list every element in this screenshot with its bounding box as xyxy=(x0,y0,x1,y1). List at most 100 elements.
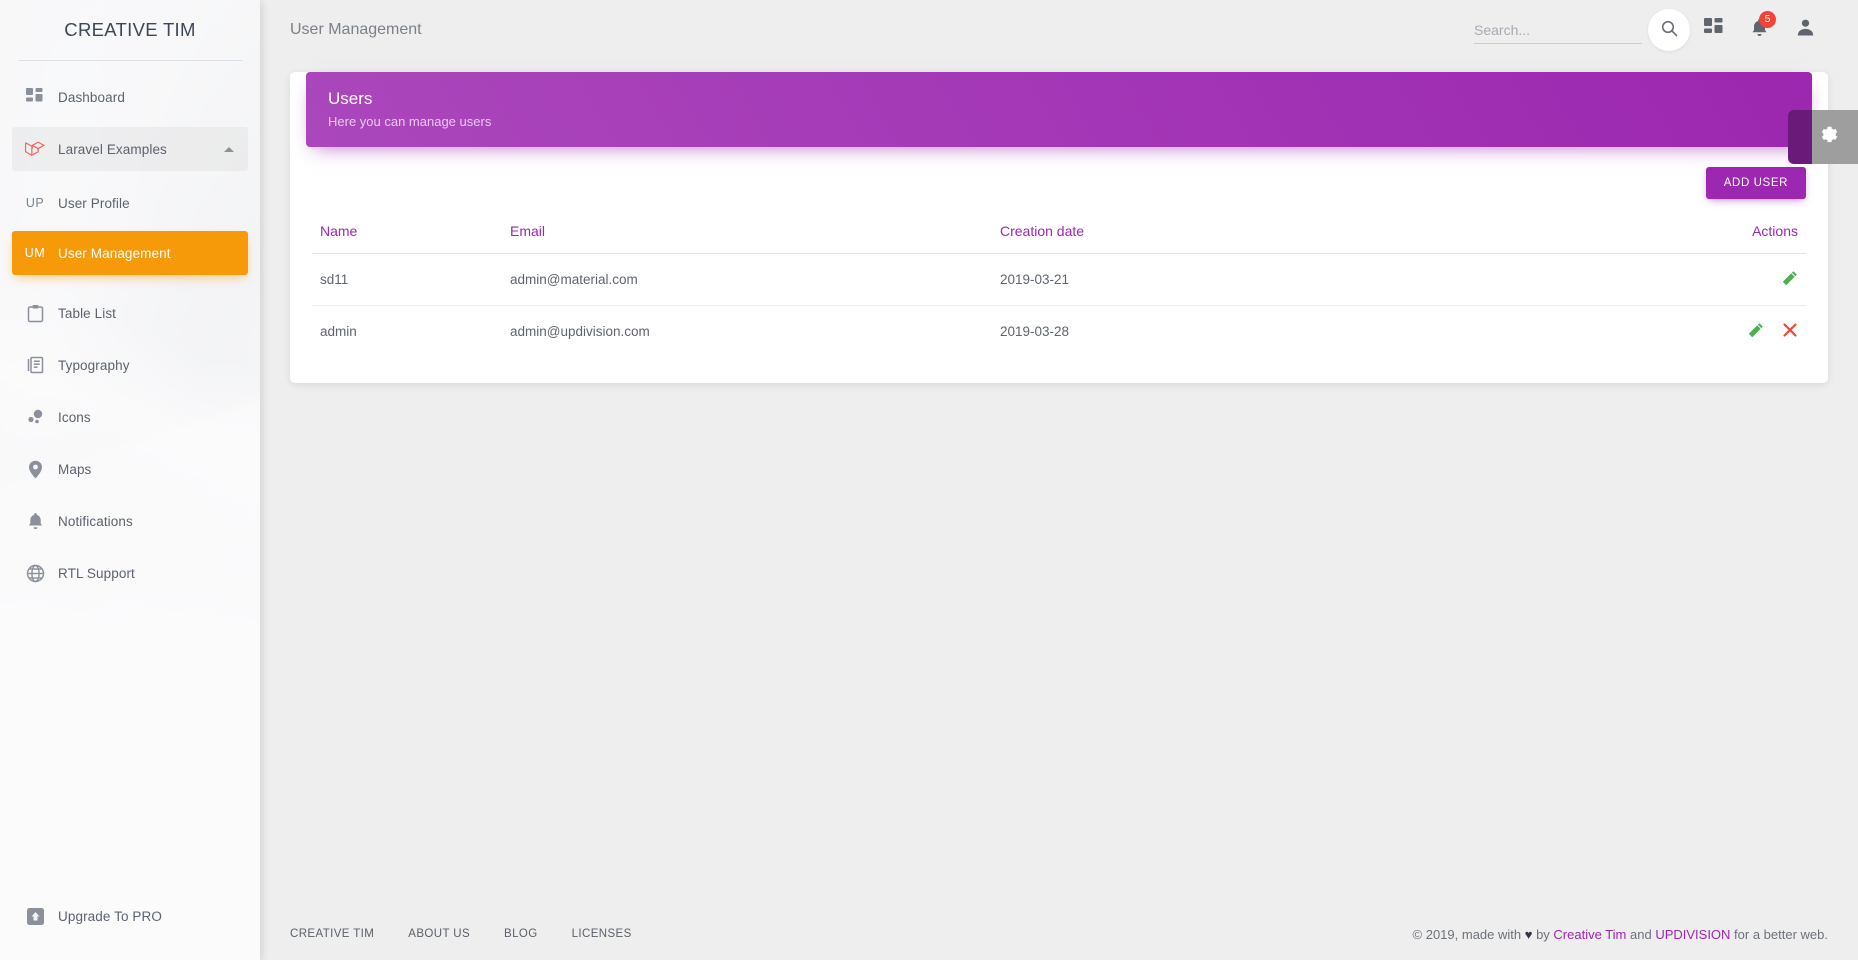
delete-x-icon xyxy=(1782,322,1798,341)
table-row: admin admin@updivision.com 2019-03-28 xyxy=(312,306,1806,358)
search-group xyxy=(1474,9,1690,51)
bell-icon xyxy=(12,512,58,531)
users-table-head: Name Email Creation date Actions xyxy=(312,213,1806,255)
sidebar-item-label: Table List xyxy=(58,305,117,321)
copyright-and: and xyxy=(1626,926,1656,942)
page-title: User Management xyxy=(290,21,422,38)
text-document-icon xyxy=(12,356,58,374)
sidebar-item-upgrade-to-pro[interactable]: Upgrade To PRO xyxy=(12,894,248,938)
copyright-suffix: for a better web. xyxy=(1730,926,1828,942)
navbar-actions: 5 xyxy=(1474,7,1828,53)
sidebar-item-label: Upgrade To PRO xyxy=(58,908,162,924)
users-card: Users Here you can manage users ADD USER… xyxy=(290,72,1828,384)
sidebar-item-typography[interactable]: Typography xyxy=(12,343,248,387)
search-input[interactable] xyxy=(1474,16,1642,44)
bubbles-icon xyxy=(12,409,58,425)
sidebar-item-dashboard[interactable]: Dashboard xyxy=(12,75,248,119)
top-navbar: User Management Search... 5 xyxy=(260,0,1858,60)
column-header-creation-date: Creation date xyxy=(992,213,1656,255)
footer-links: CREATIVE TIM ABOUT US BLOG LICENSES xyxy=(290,928,632,940)
chevron-up-icon xyxy=(224,146,234,152)
column-header-name: Name xyxy=(312,213,502,255)
footer-link-licenses[interactable]: LICENSES xyxy=(572,928,632,940)
edit-pencil-icon xyxy=(1748,322,1764,341)
notification-badge: 5 xyxy=(1759,11,1776,28)
sidebar-nav: Dashboard Laravel Examples UP User Profi… xyxy=(0,75,260,595)
footer-link-about-us[interactable]: ABOUT US xyxy=(408,928,470,940)
sidebar-item-label: User Management xyxy=(58,245,171,261)
edit-pencil-icon xyxy=(1782,270,1798,289)
cell-name: sd11 xyxy=(312,253,502,307)
sidebar-item-abbr: UP xyxy=(25,196,45,210)
sidebar-divider xyxy=(18,60,242,61)
cell-creation-date: 2019-03-28 xyxy=(1000,324,1070,340)
users-card-body: ADD USER Name Email Creation date Action… xyxy=(290,147,1828,357)
footer-link-blog[interactable]: BLOG xyxy=(504,928,538,940)
column-header-actions: Actions xyxy=(1656,213,1806,255)
dashboard-grid-icon xyxy=(12,88,58,106)
footer-copyright: © 2019, made with ♥ by Creative Tim and … xyxy=(1413,927,1828,942)
cell-email: admin@updivision.com xyxy=(510,324,650,340)
person-icon xyxy=(1796,18,1815,42)
dashboard-grid-icon xyxy=(1703,18,1723,42)
footer-link-updivision[interactable]: UPDIVISION xyxy=(1655,927,1730,942)
map-pin-icon xyxy=(12,460,58,479)
table-row: sd11 admin@material.com 2019-03-21 xyxy=(312,253,1806,307)
sidebar-item-label: Maps xyxy=(58,461,92,477)
content-area: Users Here you can manage users ADD USER… xyxy=(260,72,1858,384)
add-user-row: ADD USER xyxy=(312,147,1806,200)
magnifier-icon xyxy=(1661,20,1678,40)
dashboard-button[interactable] xyxy=(1690,7,1736,53)
sidebar-item-user-management[interactable]: UM User Management xyxy=(12,231,248,275)
sidebar-item-label: Typography xyxy=(58,357,130,373)
notifications-button[interactable]: 5 xyxy=(1736,7,1782,53)
account-button[interactable] xyxy=(1782,7,1828,53)
card-title: Users xyxy=(328,89,373,108)
sidebar-item-label: RTL Support xyxy=(58,565,135,581)
sidebar-item-notifications[interactable]: Notifications xyxy=(12,499,248,543)
sidebar-submenu: UP User Profile UM User Management xyxy=(12,179,248,275)
sidebar-item-user-profile[interactable]: UP User Profile xyxy=(12,181,248,225)
sidebar-item-icons[interactable]: Icons xyxy=(12,395,248,439)
cell-email: admin@material.com xyxy=(502,253,992,307)
gear-icon xyxy=(1821,124,1840,151)
sidebar-item-label: Laravel Examples xyxy=(58,141,167,157)
column-header-email: Email xyxy=(502,213,992,255)
cell-actions xyxy=(1656,253,1806,307)
footer-link-creative-tim-inline[interactable]: Creative Tim xyxy=(1553,927,1626,942)
laravel-icon xyxy=(12,140,58,158)
users-card-header: Users Here you can manage users xyxy=(306,72,1812,148)
clipboard-icon xyxy=(12,304,58,323)
sidebar-item-label: User Profile xyxy=(58,195,130,211)
sidebar-item-label: Icons xyxy=(58,409,91,425)
sidebar-item-laravel-examples[interactable]: Laravel Examples xyxy=(12,127,248,171)
search-button[interactable] xyxy=(1648,9,1690,51)
sidebar-item-label: Dashboard xyxy=(58,89,125,105)
page-footer: CREATIVE TIM ABOUT US BLOG LICENSES © 20… xyxy=(260,908,1858,960)
footer-link-creative-tim[interactable]: CREATIVE TIM xyxy=(290,928,374,940)
copyright-prefix: © 2019, made with xyxy=(1412,926,1525,942)
brand-logo[interactable]: CREATIVE TIM xyxy=(0,0,260,60)
edit-user-button[interactable] xyxy=(1748,322,1764,341)
delete-user-button[interactable] xyxy=(1782,322,1798,341)
sidebar-item-table-list[interactable]: Table List xyxy=(12,291,248,335)
sidebar-item-rtl-support[interactable]: RTL Support xyxy=(12,551,248,595)
cell-name: admin xyxy=(320,324,357,340)
users-table: Name Email Creation date Actions sd11 ad… xyxy=(312,213,1806,357)
upgrade-box-icon xyxy=(12,907,58,926)
edit-user-button[interactable] xyxy=(1782,270,1798,289)
add-user-button[interactable]: ADD USER xyxy=(1705,167,1806,200)
cell-actions xyxy=(1656,306,1806,358)
card-subtitle: Here you can manage users xyxy=(328,114,492,130)
sidebar-item-abbr: UM xyxy=(24,246,46,260)
table-header-row: Name Email Creation date Actions xyxy=(312,213,1806,255)
cell-creation-date: 2019-03-21 xyxy=(992,253,1656,307)
settings-panel-toggle[interactable] xyxy=(1788,110,1858,164)
sidebar-item-maps[interactable]: Maps xyxy=(12,447,248,491)
users-table-body: sd11 admin@material.com 2019-03-21 admin… xyxy=(312,253,1806,358)
copyright-by: by xyxy=(1532,926,1554,942)
globe-icon xyxy=(12,564,58,583)
main-panel: User Management Search... 5 Users Here y… xyxy=(260,0,1858,960)
sidebar-item-label: Notifications xyxy=(58,513,133,529)
